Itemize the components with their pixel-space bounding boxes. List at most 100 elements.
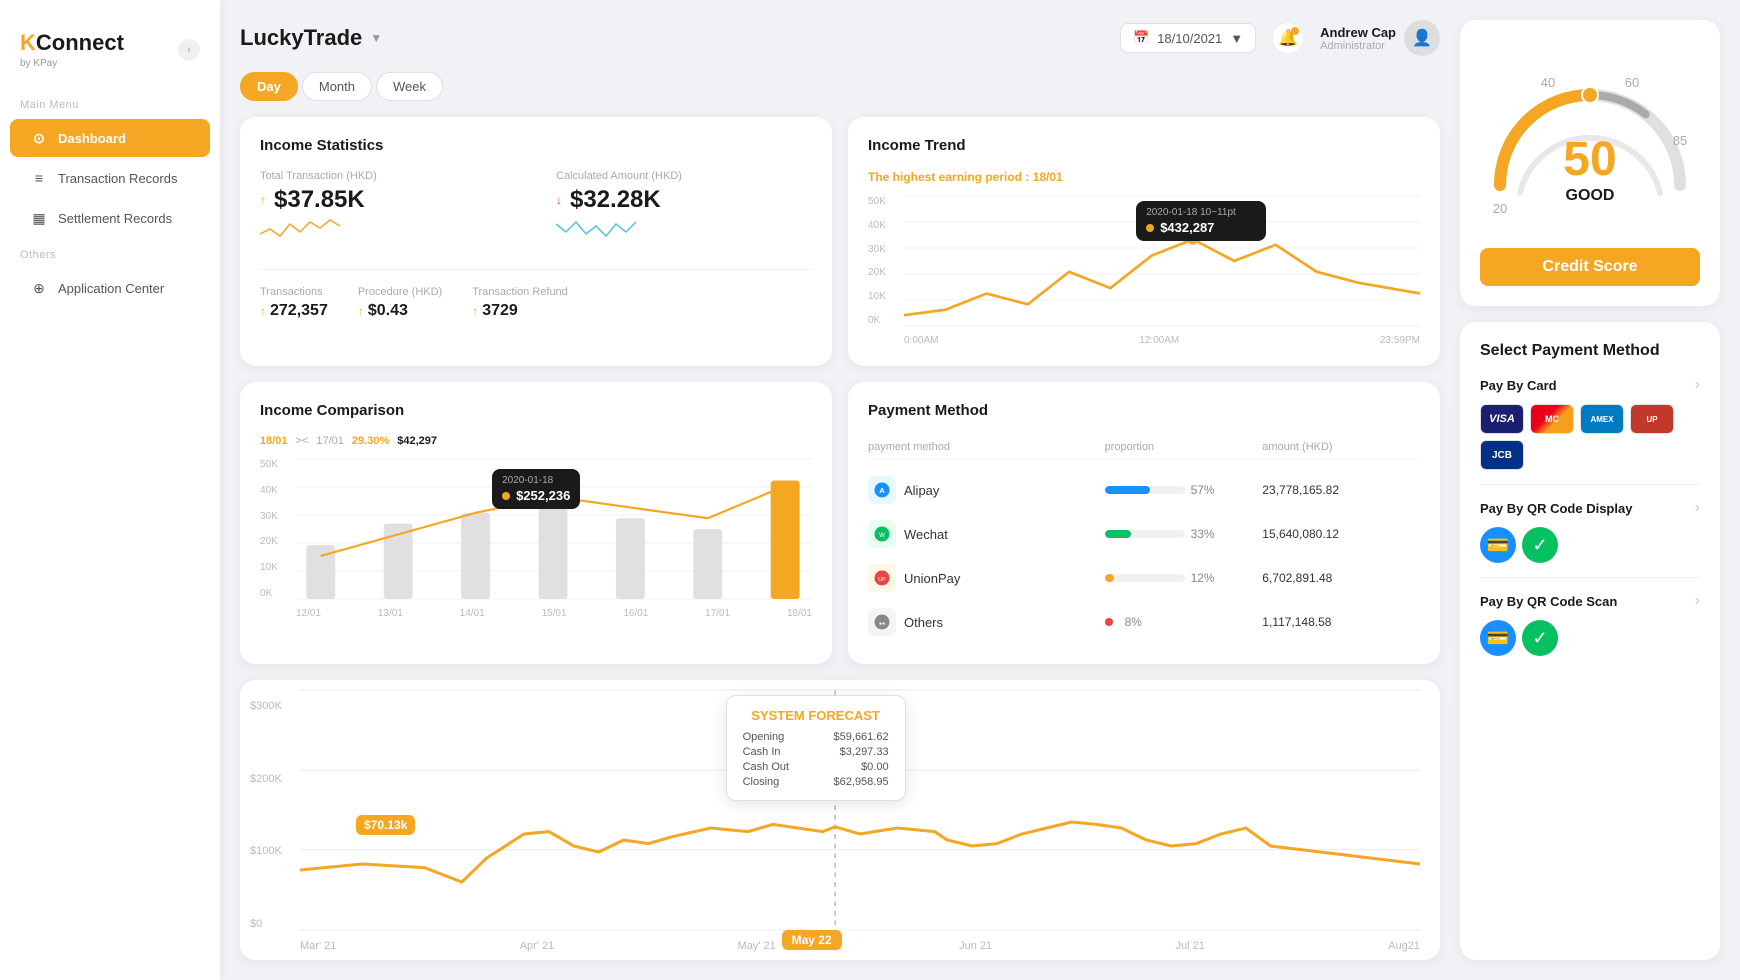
comparison-tooltip-value: $252,236 (516, 488, 570, 503)
income-stats-top: Total Transaction (HKD) ↑ $37.85K Calcul… (260, 170, 812, 249)
amex-badge: AMEX (1580, 404, 1624, 434)
title-dropdown-icon[interactable]: ▼ (370, 31, 382, 45)
comparison-chart-container: 50K40K30K20K10K0K (260, 459, 812, 619)
period-tab-day[interactable]: Day (240, 72, 298, 101)
sidebar-item-transaction-records[interactable]: ≡ Transaction Records (10, 159, 210, 197)
pay-by-qr-scan-header[interactable]: Pay By QR Code Scan › (1480, 592, 1700, 610)
mastercard-badge: MC (1530, 404, 1574, 434)
svg-text:W: W (879, 533, 885, 539)
others-label: Others (904, 615, 943, 630)
top-grid: Income Statistics Total Transaction (HKD… (240, 117, 1440, 366)
income-statistics-title: Income Statistics (260, 137, 812, 154)
unionpay-progress (1105, 574, 1185, 582)
income-comparison-title: Income Comparison (260, 402, 812, 419)
others-name: ●● Others (868, 608, 1105, 636)
trend-tooltip: 2020-01-18 10~11pt $432,287 (1136, 201, 1266, 241)
others-icon: ●● (868, 608, 896, 636)
sidebar-item-application-center[interactable]: ⊕ Application Center (10, 269, 210, 307)
forecast-cash-out: $0.00 (861, 761, 889, 773)
svg-text:●●: ●● (879, 621, 885, 627)
transactions-label: Transactions (260, 286, 328, 298)
period-tab-week[interactable]: Week (376, 72, 443, 101)
date-value: 18/10/2021 (1157, 31, 1222, 46)
sidebar-item-settlement-records[interactable]: ▦ Settlement Records (10, 199, 210, 237)
pay-by-card-header[interactable]: Pay By Card › (1480, 376, 1700, 394)
middle-grid: Income Comparison 18/01 >< 17/01 29.30% … (240, 382, 1440, 664)
calculated-amount-label: Calculated Amount (HKD) (556, 170, 812, 182)
forecast-closing: $62,958.95 (834, 776, 889, 788)
settlement-icon: ▦ (30, 209, 48, 227)
svg-text:60: 60 (1625, 75, 1639, 90)
payment-row-wechat: W Wechat 33% 15,640,080.12 (868, 512, 1420, 556)
date-dropdown-icon: ▼ (1230, 31, 1243, 46)
sidebar-item-dashboard[interactable]: ⊙ Dashboard (10, 119, 210, 157)
income-comparison-card: Income Comparison 18/01 >< 17/01 29.30% … (240, 382, 832, 664)
pay-by-qr-display-title: Pay By QR Code Display (1480, 501, 1632, 516)
pay-by-qr-display-section: Pay By QR Code Display › 💳 ✓ (1480, 499, 1700, 578)
legend-amount: $42,297 (397, 435, 437, 447)
calculated-mini-chart (556, 214, 636, 244)
alipay-amount: 23,778,165.82 (1262, 483, 1420, 497)
pay-by-card-icons: VISA MC AMEX UP JCB (1480, 404, 1700, 470)
date-picker[interactable]: 📅 18/10/2021 ▼ (1120, 23, 1256, 53)
sidebar-section-main: Main Menu (0, 89, 220, 117)
alipay-name: A Alipay (868, 476, 1105, 504)
comparison-tooltip: 2020-01-18 $252,236 (492, 469, 580, 509)
sidebar: KConnect by KPay ‹ Main Menu ⊙ Dashboard… (0, 0, 220, 980)
period-tabs: Day Month Week (240, 72, 1440, 101)
alipay-scan-icon: 💳 (1480, 620, 1516, 656)
user-role: Administrator (1320, 40, 1396, 52)
sidebar-collapse-btn[interactable]: ‹ (178, 39, 200, 61)
wechat-amount: 15,640,080.12 (1262, 527, 1420, 541)
gauge-container: 50 GOOD 20 40 60 85 (1480, 40, 1700, 240)
notification-btn[interactable]: 🔔 (1272, 22, 1304, 54)
wechat-qr-icon: ✓ (1522, 527, 1558, 563)
right-panel: 50 GOOD 20 40 60 85 Credit Score Select … (1460, 0, 1740, 980)
procedure-value: $0.43 (368, 302, 408, 320)
sidebar-item-label: Dashboard (58, 131, 126, 146)
trend-subtitle: The highest earning period : 18/01 (868, 170, 1420, 184)
income-stats-bottom: Transactions ↑ 272,357 Procedure (HKD) ↑… (260, 269, 812, 320)
legend-17: 17/01 (316, 435, 344, 447)
price-label: $70.13k (356, 815, 415, 835)
pay-by-qr-scan-section: Pay By QR Code Scan › 💳 ✓ (1480, 592, 1700, 670)
pay-by-qr-display-header[interactable]: Pay By QR Code Display › (1480, 499, 1700, 517)
pay-by-card-section: Pay By Card › VISA MC AMEX UP JCB (1480, 376, 1700, 485)
dashboard-icon: ⊙ (30, 129, 48, 147)
qr-display-chevron: › (1695, 499, 1700, 517)
alipay-pct: 57% (1191, 483, 1215, 497)
col-amount: amount (HKD) (1262, 441, 1420, 453)
alipay-fill (1105, 486, 1151, 494)
unionpay-label: UnionPay (904, 571, 960, 586)
income-trend-card: Income Trend The highest earning period … (848, 117, 1440, 366)
transactions-value: 272,357 (270, 302, 328, 320)
svg-text:A: A (879, 486, 885, 495)
legend-18: 18/01 (260, 435, 288, 447)
payment-row-alipay: A Alipay 57% 23,778,165.82 (868, 468, 1420, 512)
bottom-chart-area: $70.13k May 22 SYSTEM FORECAST Opening $… (300, 690, 1420, 930)
col-method: payment method (868, 441, 1105, 453)
col-proportion: proportion (1105, 441, 1263, 453)
payment-row-others: ●● Others 8% 1,117,148.58 (868, 600, 1420, 644)
wechat-name: W Wechat (868, 520, 1105, 548)
calculated-amount-stat: Calculated Amount (HKD) ↓ $32.28K (556, 170, 812, 249)
unionpay-proportion: 12% (1105, 571, 1263, 585)
pay-by-qr-scan-icons: 💳 ✓ (1480, 620, 1700, 656)
sidebar-item-label: Settlement Records (58, 211, 172, 226)
period-tab-month[interactable]: Month (302, 72, 372, 101)
sidebar-item-label: Application Center (58, 281, 164, 296)
proc-up-icon: ↑ (358, 304, 364, 318)
visa-badge: VISA (1480, 404, 1524, 434)
jcb-badge: JCB (1480, 440, 1524, 470)
page-title: LuckyTrade (240, 25, 362, 51)
calculated-amount-value: $32.28K (570, 186, 661, 214)
procedure-label: Procedure (HKD) (358, 286, 442, 298)
credit-score-card: 50 GOOD 20 40 60 85 Credit Score (1460, 20, 1720, 306)
payment-method-title: Payment Method (868, 402, 1420, 419)
sidebar-item-label: Transaction Records (58, 171, 177, 186)
wechat-proportion: 33% (1105, 527, 1263, 541)
income-trend-title: Income Trend (868, 137, 1420, 154)
application-icon: ⊕ (30, 279, 48, 297)
credit-score-button[interactable]: Credit Score (1480, 248, 1700, 286)
wechat-scan-icon: ✓ (1522, 620, 1558, 656)
